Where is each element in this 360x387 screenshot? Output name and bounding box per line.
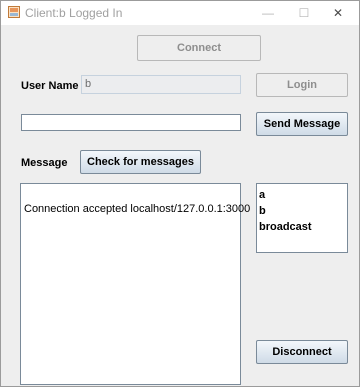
client-window: Client:b Logged In — ☐ ✕ Connect User Na… bbox=[0, 0, 360, 387]
user-list-item-a[interactable]: a bbox=[257, 187, 347, 203]
login-button[interactable]: Login bbox=[256, 73, 348, 97]
window-title: Client:b Logged In bbox=[25, 6, 123, 20]
java-app-icon bbox=[8, 6, 20, 18]
message-label: Message bbox=[21, 157, 68, 169]
user-list[interactable]: a b broadcast bbox=[256, 183, 348, 253]
log-line: Connection accepted localhost/127.0.0.1:… bbox=[24, 203, 251, 215]
user-name-label: User Name bbox=[21, 80, 79, 92]
maximize-button[interactable]: ☐ bbox=[291, 4, 317, 22]
connect-button[interactable]: Connect bbox=[137, 35, 261, 61]
title-bar: Client:b Logged In — ☐ ✕ bbox=[1, 1, 359, 25]
disconnect-button[interactable]: Disconnect bbox=[256, 340, 348, 364]
message-log-panel[interactable]: Connection accepted localhost/127.0.0.1:… bbox=[20, 183, 250, 385]
send-message-button[interactable]: Send Message bbox=[256, 112, 348, 136]
close-button[interactable]: ✕ bbox=[325, 4, 351, 22]
message-input[interactable] bbox=[21, 114, 241, 131]
user-name-field[interactable]: b bbox=[81, 75, 241, 94]
user-list-item-b[interactable]: b bbox=[257, 203, 347, 219]
check-messages-button[interactable]: Check for messages bbox=[80, 150, 201, 174]
user-list-item-broadcast[interactable]: broadcast bbox=[257, 219, 347, 235]
minimize-button[interactable]: — bbox=[255, 4, 281, 22]
